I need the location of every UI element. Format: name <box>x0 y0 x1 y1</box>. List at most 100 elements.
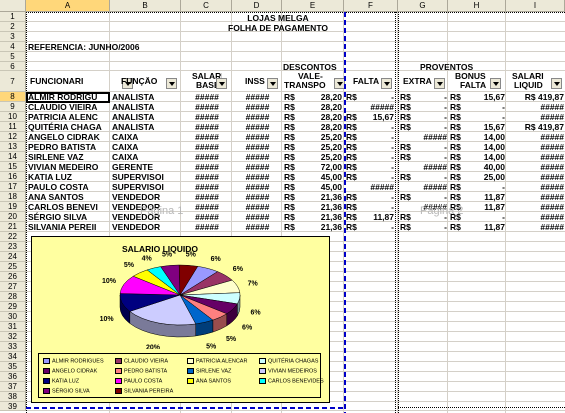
cell-g2-row21[interactable]: - <box>408 222 447 232</box>
filter-dropdown-extras[interactable] <box>434 78 445 89</box>
cell-b-row18[interactable]: VENDEDOR <box>112 192 180 202</box>
cell-i-row20[interactable]: ##### <box>507 212 564 222</box>
cell-h2-row12[interactable]: 14,00 <box>460 132 505 142</box>
cell-d-row17[interactable]: ##### <box>234 182 281 192</box>
filter-dropdown-liquido[interactable] <box>551 78 562 89</box>
cell-e2-row16[interactable]: 45,00 <box>300 172 342 182</box>
cell-i-row14[interactable]: ##### <box>507 152 564 162</box>
cell-c-row18[interactable]: ##### <box>183 192 231 202</box>
cell-e2-row18[interactable]: 21,36 <box>300 192 342 202</box>
cell-c-row12[interactable]: ##### <box>183 132 231 142</box>
cell-a-row21[interactable]: SILVANIA PEREII <box>28 222 110 232</box>
cell-a-row13[interactable]: PEDRO BATISTA <box>28 142 110 152</box>
cell-f2-row11[interactable]: - <box>356 122 394 132</box>
cell-i-row13[interactable]: ##### <box>507 142 564 152</box>
cell-f2-row12[interactable]: - <box>356 132 394 142</box>
cell-d-row20[interactable]: ##### <box>234 212 281 222</box>
cell-g2-row16[interactable]: - <box>408 172 447 182</box>
cell-f2-row18[interactable]: - <box>356 192 394 202</box>
row-header-29[interactable]: 29 <box>0 302 26 312</box>
row-header-18[interactable]: 18 <box>0 192 26 202</box>
cell-g2-row14[interactable]: - <box>408 152 447 162</box>
cell-d-row12[interactable]: ##### <box>234 132 281 142</box>
cell-d-row10[interactable]: ##### <box>234 112 281 122</box>
cell-c-row20[interactable]: ##### <box>183 212 231 222</box>
cell-g2-row13[interactable]: - <box>408 142 447 152</box>
row-header-23[interactable]: 23 <box>0 242 26 252</box>
column-header-c[interactable]: C <box>181 0 232 12</box>
cell-d-row13[interactable]: ##### <box>234 142 281 152</box>
cell-b-row10[interactable]: ANALISTA <box>112 112 180 122</box>
column-header-h[interactable]: H <box>448 0 506 12</box>
cell-h2-row16[interactable]: 25,00 <box>460 172 505 182</box>
column-header-e[interactable]: E <box>282 0 344 12</box>
cell-b-row16[interactable]: SUPERVISOI <box>112 172 180 182</box>
cell-e2-row13[interactable]: 25,20 <box>300 142 342 152</box>
cell-a-row10[interactable]: PATRICIA ALENC <box>28 112 110 122</box>
column-header-g[interactable]: G <box>398 0 448 12</box>
row-header-20[interactable]: 20 <box>0 212 26 222</box>
cell-a-row18[interactable]: ANA SANTOS <box>28 192 110 202</box>
cell-i-row18[interactable]: ##### <box>507 192 564 202</box>
row-header-17[interactable]: 17 <box>0 182 26 192</box>
column-header-d[interactable]: D <box>232 0 282 12</box>
row-header-12[interactable]: 12 <box>0 132 26 142</box>
cell-g2-row8[interactable]: - <box>408 92 447 102</box>
row-header-6[interactable]: 6 <box>0 62 26 71</box>
cell-a-row15[interactable]: VIVIAN MEDEIRO <box>28 162 110 172</box>
row-header-36[interactable]: 36 <box>0 372 26 382</box>
cell-h2-row18[interactable]: 11,87 <box>460 192 505 202</box>
cell-c-row10[interactable]: ##### <box>183 112 231 122</box>
row-header-30[interactable]: 30 <box>0 312 26 322</box>
row-header-7[interactable]: 7 <box>0 71 26 92</box>
row-header-9[interactable]: 9 <box>0 102 26 112</box>
cell-h2-row9[interactable]: - <box>460 102 505 112</box>
row-header-3[interactable]: 3 <box>0 32 26 42</box>
row-header-33[interactable]: 33 <box>0 342 26 352</box>
row-header-14[interactable]: 14 <box>0 152 26 162</box>
cell-g2-row9[interactable]: - <box>408 102 447 112</box>
cell-b-row9[interactable]: ANALISTA <box>112 102 180 112</box>
cell-i-row15[interactable]: ##### <box>507 162 564 172</box>
select-all-corner[interactable] <box>0 0 26 12</box>
column-header-i[interactable]: I <box>506 0 565 12</box>
cell-e2-row21[interactable]: 21,36 <box>300 222 342 232</box>
row-header-26[interactable]: 26 <box>0 272 26 282</box>
cell-e2-row11[interactable]: 28,20 <box>300 122 342 132</box>
cell-f2-row8[interactable]: - <box>356 92 394 102</box>
row-header-28[interactable]: 28 <box>0 292 26 302</box>
cell-d-row21[interactable]: ##### <box>234 222 281 232</box>
cell-e2-row10[interactable]: 28,20 <box>300 112 342 122</box>
cell-c-row8[interactable]: ##### <box>183 92 231 102</box>
cell-i-row21[interactable]: ##### <box>507 222 564 232</box>
cell-b-row17[interactable]: SUPERVISOI <box>112 182 180 192</box>
cell-i-row10[interactable]: ##### <box>507 112 564 122</box>
cell-a-row20[interactable]: SÉRGIO SILVA <box>28 212 110 222</box>
row-header-25[interactable]: 25 <box>0 262 26 272</box>
row-header-4[interactable]: 4 <box>0 42 26 52</box>
cell-c-row9[interactable]: ##### <box>183 102 231 112</box>
filter-dropdown-bonus[interactable] <box>490 78 501 89</box>
cell-i-row8[interactable]: R$ 419,87 <box>507 92 564 102</box>
cell-e2-row15[interactable]: 72,00 <box>300 162 342 172</box>
cell-e2-row20[interactable]: 21,36 <box>300 212 342 222</box>
row-header-34[interactable]: 34 <box>0 352 26 362</box>
cell-e2-row9[interactable]: 28,20 <box>300 102 342 112</box>
cell-b-row13[interactable]: CAIXA <box>112 142 180 152</box>
row-header-19[interactable]: 19 <box>0 202 26 212</box>
row-header-31[interactable]: 31 <box>0 322 26 332</box>
cell-f2-row10[interactable]: 15,67 <box>356 112 394 122</box>
cell-e2-row19[interactable]: 21,36 <box>300 202 342 212</box>
cell-e2-row17[interactable]: 45,00 <box>300 182 342 192</box>
cell-i-row9[interactable]: ##### <box>507 102 564 112</box>
row-header-37[interactable]: 37 <box>0 382 26 392</box>
cell-g2-row18[interactable]: - <box>408 192 447 202</box>
cell-i-row12[interactable]: ##### <box>507 132 564 142</box>
cell-f2-row13[interactable]: - <box>356 142 394 152</box>
cell-b-row11[interactable]: ANALISTA <box>112 122 180 132</box>
cell-a-row19[interactable]: CARLOS BENEVI <box>28 202 110 212</box>
cell-d-row8[interactable]: ##### <box>234 92 281 102</box>
cell-f2-row21[interactable]: - <box>356 222 394 232</box>
row-header-16[interactable]: 16 <box>0 172 26 182</box>
cell-f2-row16[interactable]: - <box>356 172 394 182</box>
